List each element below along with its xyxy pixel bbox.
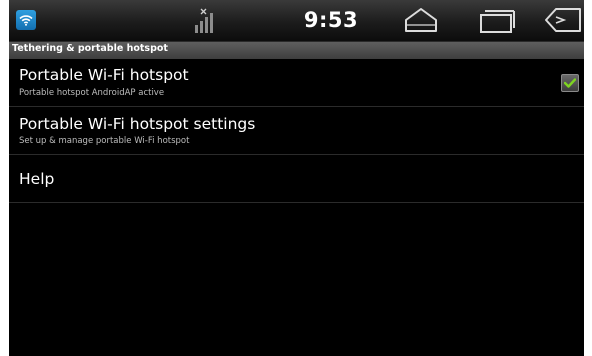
signal-no-service-icon xyxy=(195,8,213,33)
portable-wifi-hotspot-title: Portable Wi-Fi hotspot xyxy=(19,66,189,84)
wifi-hotspot-icon[interactable] xyxy=(16,10,36,30)
section-header-label: Tethering & portable hotspot xyxy=(12,43,168,54)
section-header: Tethering & portable hotspot xyxy=(9,41,584,59)
hotspot-settings-item[interactable]: Portable Wi-Fi hotspot settings Set up &… xyxy=(9,107,584,154)
checkmark-icon xyxy=(564,78,576,88)
hotspot-settings-summary: Set up & manage portable Wi-Fi hotspot xyxy=(19,136,190,146)
android-screen: 9:53 Tethering & portable hotspot Portab… xyxy=(9,0,584,356)
help-item[interactable]: Help xyxy=(9,155,584,202)
hotspot-checkbox[interactable] xyxy=(561,74,579,92)
home-icon[interactable] xyxy=(401,5,441,35)
status-bar: 9:53 xyxy=(9,0,584,41)
help-title: Help xyxy=(19,170,55,188)
portable-wifi-hotspot-summary: Portable hotspot AndroidAP active xyxy=(19,88,165,98)
clock: 9:53 xyxy=(303,8,359,32)
back-icon[interactable] xyxy=(542,5,582,35)
recent-apps-icon[interactable] xyxy=(477,5,517,35)
list-divider xyxy=(9,202,584,203)
hotspot-settings-title: Portable Wi-Fi hotspot settings xyxy=(19,115,256,133)
portable-wifi-hotspot-item[interactable]: Portable Wi-Fi hotspot Portable hotspot … xyxy=(9,58,584,106)
